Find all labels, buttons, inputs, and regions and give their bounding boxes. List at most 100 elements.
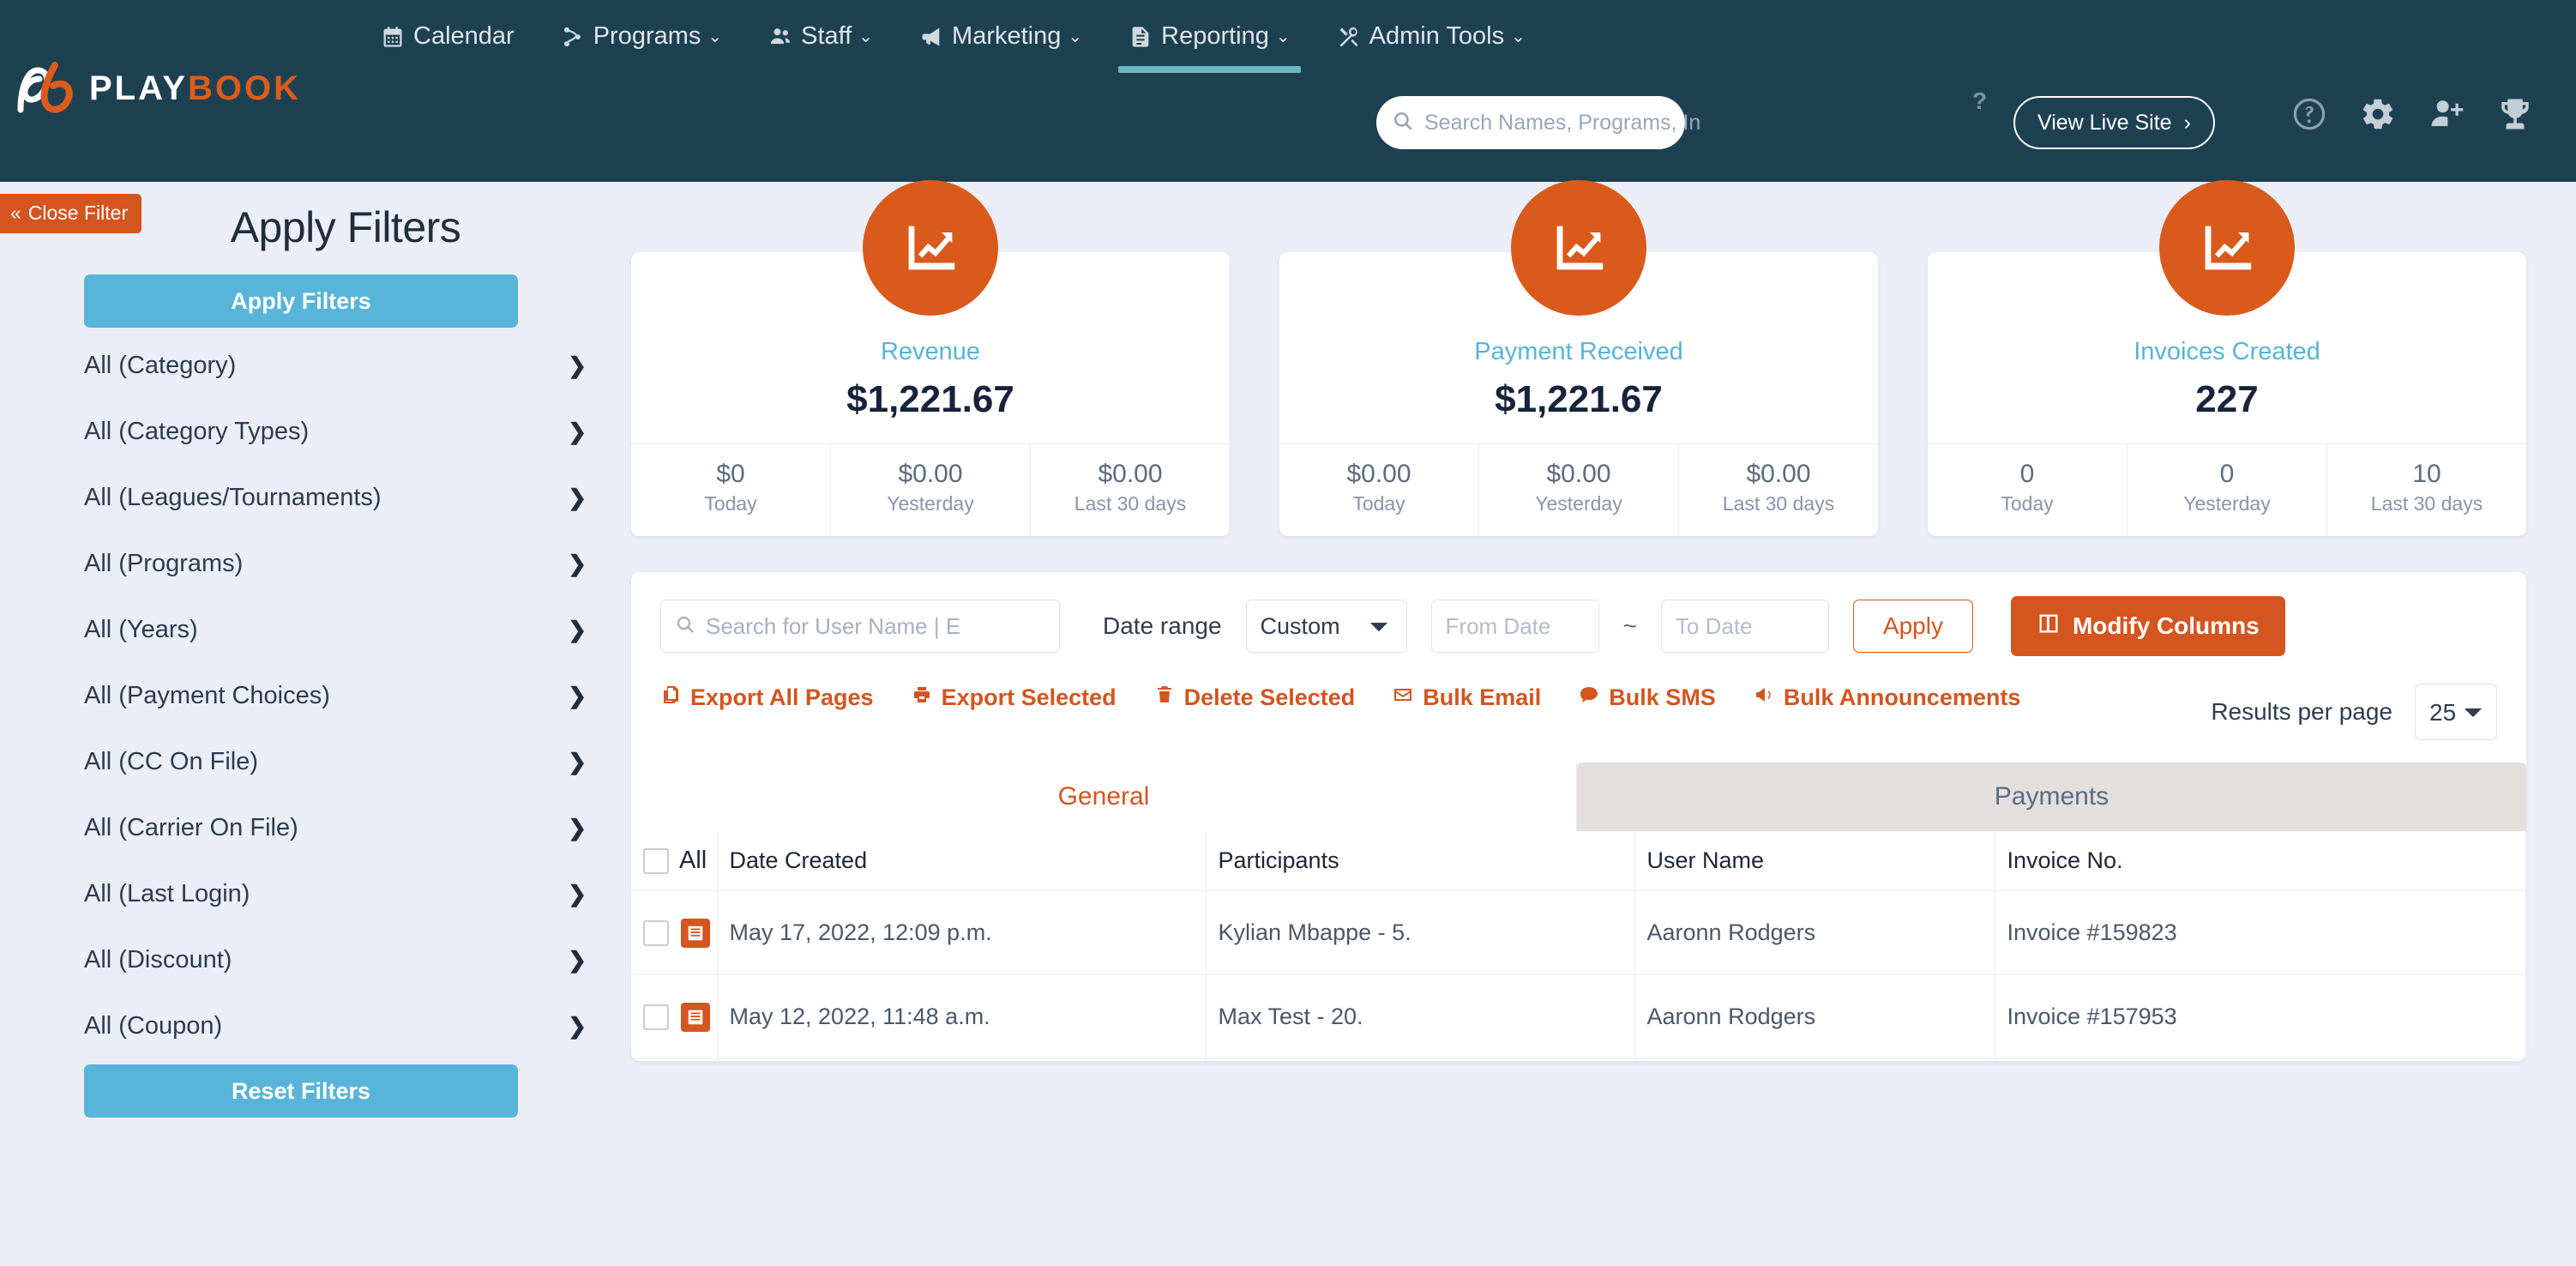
brand-word-play: PLAY bbox=[89, 69, 189, 107]
sidebar-item-payment-choices[interactable]: All (Payment Choices) ❯ bbox=[84, 663, 599, 729]
calendar-icon bbox=[381, 25, 405, 49]
sidebar-item-leagues-tournaments[interactable]: All (Leagues/Tournaments) ❯ bbox=[84, 465, 599, 531]
row-checkbox[interactable] bbox=[643, 919, 669, 946]
action-label: Delete Selected bbox=[1183, 684, 1356, 710]
results-per-page-select[interactable]: 25 bbox=[2415, 684, 2497, 740]
export-selected-link[interactable]: Export Selected bbox=[912, 684, 1116, 712]
column-header-date-created[interactable]: Date Created bbox=[717, 831, 1207, 891]
export-all-pages-link[interactable]: Export All Pages bbox=[660, 684, 874, 712]
table-row[interactable]: May 17, 2022, 12:09 p.m. Kylian Mbappe -… bbox=[631, 890, 2526, 975]
stat-segment-today: $0 Today bbox=[631, 444, 830, 536]
stat-segment-last-30-days: $0.00 Last 30 days bbox=[1678, 444, 1878, 536]
row-select-cell bbox=[631, 890, 718, 975]
nav-item-programs[interactable]: Programs ⌄ bbox=[557, 15, 725, 73]
cell-invoice-no[interactable]: Invoice #157052 bbox=[1995, 1058, 2526, 1061]
cell-date-created: May 12, 2022, 11:48 a.m. bbox=[717, 974, 1207, 1059]
tab-label: General bbox=[1057, 782, 1150, 811]
tab-general[interactable]: General bbox=[631, 763, 1577, 831]
table-header-row: All Date Created Participants User Name … bbox=[631, 831, 2526, 891]
add-user-icon[interactable] bbox=[2429, 96, 2465, 132]
sidebar-item-category[interactable]: All (Category) ❯ bbox=[84, 333, 599, 399]
panel-tabs: General Payments bbox=[631, 763, 2526, 831]
copy-icon bbox=[660, 684, 681, 712]
segment-value: $0.00 bbox=[1746, 460, 1811, 488]
sidebar-item-carrier-on-file[interactable]: All (Carrier On File) ❯ bbox=[84, 795, 599, 861]
cell-invoice-no[interactable]: Invoice #159823 bbox=[1995, 890, 2526, 975]
tab-payments[interactable]: Payments bbox=[1577, 763, 2526, 831]
column-header-invoice-no[interactable]: Invoice No. bbox=[1995, 831, 2526, 891]
columns-icon bbox=[2037, 612, 2061, 642]
cell-user-name[interactable]: Aaronn Rodgers bbox=[1634, 890, 1995, 975]
sidebar-item-discount[interactable]: All (Discount) ❯ bbox=[84, 927, 599, 993]
column-header-participants[interactable]: Participants bbox=[1206, 831, 1635, 891]
help-circle-icon[interactable] bbox=[2291, 96, 2327, 132]
file-lines-icon bbox=[1129, 25, 1153, 49]
action-label: Export All Pages bbox=[690, 684, 874, 710]
segment-value: $0.00 bbox=[1546, 460, 1611, 488]
nav-label-calendar: Calendar bbox=[413, 22, 515, 50]
sidebar-item-category-types[interactable]: All (Category Types) ❯ bbox=[84, 399, 599, 465]
gear-icon[interactable] bbox=[2360, 96, 2396, 132]
select-all-checkbox[interactable] bbox=[643, 847, 669, 874]
nav-item-reporting[interactable]: Reporting ⌄ bbox=[1118, 15, 1301, 73]
search-help-icon[interactable]: ? bbox=[1972, 87, 1987, 115]
sidebar-item-coupon[interactable]: All (Coupon) ❯ bbox=[84, 993, 599, 1059]
chevron-right-icon: ❯ bbox=[568, 353, 587, 378]
sidebar-item-last-login[interactable]: All (Last Login) ❯ bbox=[84, 861, 599, 927]
table-row[interactable]: May 10, 2022, 12:49 p.m. Adam Johnson - … bbox=[631, 1058, 2526, 1061]
table-row[interactable]: May 12, 2022, 11:48 a.m. Max Test - 20. … bbox=[631, 974, 2526, 1059]
search-icon bbox=[675, 614, 695, 639]
sidebar-item-cc-on-file[interactable]: All (CC On File) ❯ bbox=[84, 729, 599, 795]
bulk-actions-row: Export All Pages Export Selected Delete … bbox=[631, 656, 2526, 740]
sidebar-item-years[interactable]: All (Years) ❯ bbox=[84, 597, 599, 663]
nav-item-staff[interactable]: Staff ⌄ bbox=[765, 15, 876, 73]
nav-label-admin-tools: Admin Tools bbox=[1369, 22, 1505, 50]
chevron-down-icon: ⌄ bbox=[1068, 27, 1083, 46]
stat-card-label: Revenue bbox=[880, 338, 981, 365]
from-date-input[interactable] bbox=[1430, 600, 1599, 653]
user-search-field[interactable] bbox=[660, 600, 1060, 653]
segment-caption: Last 30 days bbox=[1074, 492, 1187, 515]
global-search[interactable] bbox=[1376, 96, 1700, 149]
row-details-icon[interactable] bbox=[681, 918, 710, 948]
trophy-icon[interactable] bbox=[2497, 96, 2533, 132]
filter-label: All (Discount) bbox=[84, 946, 232, 974]
tab-label: Payments bbox=[1994, 782, 2110, 811]
segment-caption: Yesterday bbox=[2183, 492, 2271, 515]
bulk-announcements-link[interactable]: Bulk Announcements bbox=[1754, 684, 2020, 712]
view-live-site-button[interactable]: View Live Site › bbox=[2013, 96, 2215, 149]
row-details-icon[interactable] bbox=[681, 1002, 710, 1032]
apply-date-button[interactable]: Apply bbox=[1852, 600, 1973, 653]
user-search-input[interactable] bbox=[706, 612, 1045, 640]
bulk-sms-link[interactable]: Bulk SMS bbox=[1579, 684, 1716, 712]
modify-columns-button[interactable]: Modify Columns bbox=[2010, 596, 2285, 656]
nav-item-marketing[interactable]: Marketing ⌄ bbox=[916, 15, 1086, 73]
chart-line-icon bbox=[1511, 180, 1646, 316]
chevron-right-icon: ❯ bbox=[568, 815, 587, 841]
cell-user-name[interactable]: Aaronn Rodgers bbox=[1634, 974, 1995, 1059]
row-checkbox[interactable] bbox=[643, 1004, 669, 1030]
apply-filters-button[interactable]: Apply Filters bbox=[84, 274, 518, 328]
brand-logo[interactable]: PLAYBOOK bbox=[15, 62, 301, 115]
cell-date-created: May 10, 2022, 12:49 p.m. bbox=[717, 1058, 1207, 1061]
column-header-user-name[interactable]: User Name bbox=[1634, 831, 1995, 891]
date-range-select[interactable]: Custom bbox=[1245, 600, 1407, 653]
stat-card-footer: $0.00 Today $0.00 Yesterday $0.00 Last 3… bbox=[1279, 443, 1878, 536]
segment-caption: Today bbox=[704, 492, 757, 515]
double-chevron-left-icon: « bbox=[10, 202, 21, 224]
sidebar-item-programs[interactable]: All (Programs) ❯ bbox=[84, 531, 599, 597]
nav-item-admin-tools[interactable]: Admin Tools ⌄ bbox=[1333, 15, 1529, 73]
delete-selected-link[interactable]: Delete Selected bbox=[1154, 684, 1356, 712]
filter-label: All (Category) bbox=[84, 352, 237, 379]
cell-user-name[interactable]: Aaronn Rodgers bbox=[1634, 1058, 1995, 1061]
bulk-email-link[interactable]: Bulk Email bbox=[1393, 684, 1541, 712]
global-search-input[interactable] bbox=[1424, 110, 1700, 136]
filter-label: All (Carrier On File) bbox=[84, 814, 298, 841]
nav-item-calendar[interactable]: Calendar bbox=[377, 15, 518, 73]
close-filter-button[interactable]: « Close Filter bbox=[0, 194, 142, 233]
to-date-input[interactable] bbox=[1660, 600, 1829, 653]
cell-invoice-no[interactable]: Invoice #157953 bbox=[1995, 974, 2526, 1059]
segment-caption: Last 30 days bbox=[2370, 492, 2483, 515]
reset-filters-button[interactable]: Reset Filters bbox=[84, 1064, 518, 1118]
cell-participants: Kylian Mbappe - 5. bbox=[1206, 890, 1635, 975]
